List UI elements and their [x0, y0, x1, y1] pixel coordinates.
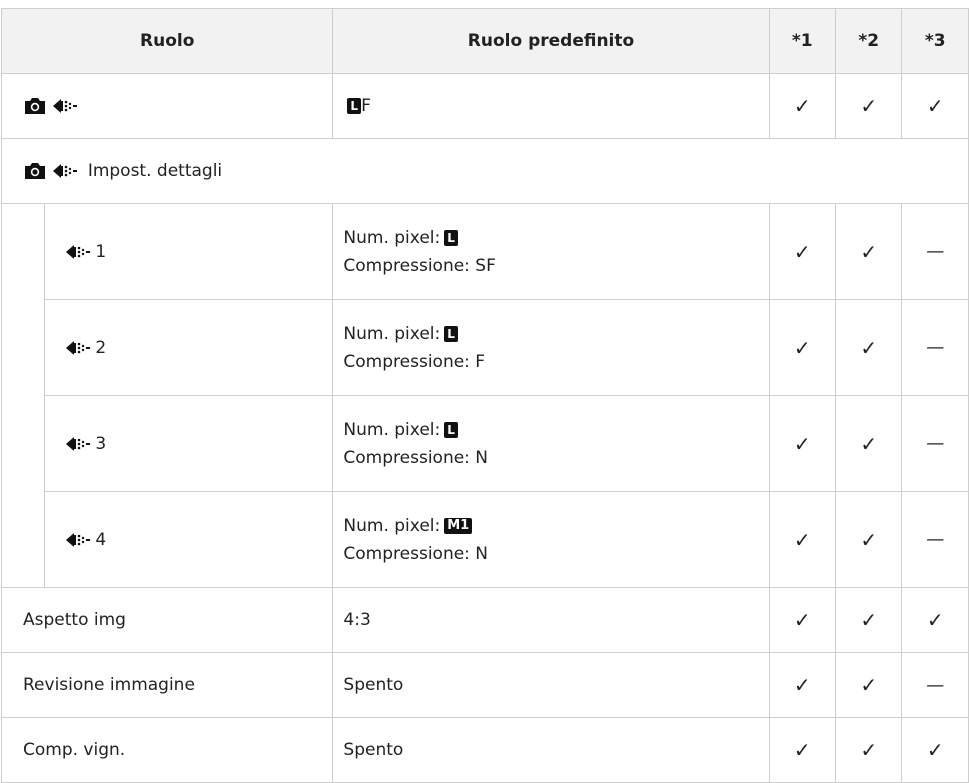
- size-badge: L: [444, 325, 458, 342]
- col-role: Ruolo: [0, 8, 334, 74]
- col-3: *3: [901, 8, 969, 74]
- mark-2: ✓: [835, 299, 903, 396]
- image-quality-icon: [53, 164, 78, 178]
- mark-3: —: [901, 491, 969, 588]
- default-cell: 4:3: [332, 587, 770, 653]
- size-badge: L: [347, 98, 362, 114]
- sub-default-cell: Num. pixel: L Compressione: N: [332, 395, 770, 492]
- table-row: Aspetto img 4:3 ✓ ✓ ✓: [0, 587, 969, 653]
- quality-value: F: [361, 96, 371, 116]
- mark-1: ✓: [768, 491, 837, 588]
- sub-role-cell: 2: [44, 299, 334, 396]
- mark-2: ✓: [835, 395, 903, 492]
- default-cell: Spento: [332, 652, 770, 718]
- default-cell: LF: [332, 73, 770, 139]
- col-2: *2: [835, 8, 903, 74]
- image-quality-icon: [66, 436, 91, 451]
- table-row-sub: 3 Num. pixel: L Compressione: N ✓ ✓ —: [2, 395, 969, 492]
- size-badge: L: [444, 229, 458, 246]
- mark-3: —: [901, 299, 969, 396]
- mark-2: ✓: [835, 652, 903, 718]
- table-row-sub: 1 Num. pixel: L Compressione: SF ✓ ✓ —: [0, 203, 969, 588]
- mark-2: ✓: [835, 73, 903, 139]
- image-quality-icon: [53, 99, 78, 113]
- sub-role-cell: 3: [44, 395, 334, 492]
- table-row-sub: 2 Num. pixel: L Compressione: F ✓ ✓ —: [2, 299, 969, 396]
- image-quality-icon: [66, 532, 91, 547]
- image-quality-icon: [66, 340, 91, 355]
- mark-1: ✓: [768, 395, 837, 492]
- mark-3: —: [901, 652, 969, 718]
- mark-1: ✓: [768, 717, 837, 783]
- default-cell: Spento: [332, 717, 770, 783]
- role-cell: [0, 73, 334, 139]
- mark-3: ✓: [901, 717, 969, 783]
- mark-2: ✓: [835, 587, 903, 653]
- sub-default-cell: Num. pixel: L Compressione: SF: [332, 203, 770, 300]
- mark-1: ✓: [768, 203, 837, 300]
- mark-2: ✓: [835, 717, 903, 783]
- settings-table: Ruolo Ruolo predefinito *1 *2 *3 LF ✓ ✓ …: [0, 8, 969, 783]
- mark-3: ✓: [901, 73, 969, 139]
- table-row: Comp. vign. Spento ✓ ✓ ✓: [0, 717, 969, 783]
- camera-icon: [25, 163, 45, 179]
- section-cell: Impost. dettagli: [1, 138, 969, 204]
- col-1: *1: [768, 8, 837, 74]
- table-row-quality: LF ✓ ✓ ✓: [0, 73, 969, 139]
- sub-default-cell: Num. pixel: L Compressione: F: [332, 299, 770, 396]
- mark-2: ✓: [835, 203, 903, 300]
- camera-icon: [25, 98, 45, 114]
- image-quality-icon: [66, 244, 91, 259]
- mark-1: ✓: [768, 652, 837, 718]
- mark-1: ✓: [768, 73, 837, 139]
- sub-default-cell: Num. pixel: M1 Compressione: N: [332, 491, 770, 588]
- mark-2: ✓: [835, 491, 903, 588]
- size-badge: M1: [444, 517, 473, 534]
- section-label: Impost. dettagli: [87, 161, 223, 181]
- header-row: Ruolo Ruolo predefinito *1 *2 *3: [0, 8, 969, 74]
- role-cell: Comp. vign.: [0, 717, 334, 783]
- table-row-section: Impost. dettagli: [1, 138, 969, 204]
- role-cell: Aspetto img: [0, 587, 334, 653]
- table-row-sub: 4 Num. pixel: M1 Compressione: N ✓ ✓ —: [2, 491, 969, 588]
- sub-role-cell: 1: [44, 203, 334, 300]
- indent-gutter: [0, 203, 46, 588]
- mark-1: ✓: [768, 299, 837, 396]
- size-badge: L: [444, 421, 458, 438]
- mark-3: —: [901, 395, 969, 492]
- mark-3: —: [901, 203, 969, 300]
- sub-role-cell: 4: [44, 491, 334, 588]
- table-row: Revisione immagine Spento ✓ ✓ —: [0, 652, 969, 718]
- role-cell: Revisione immagine: [0, 652, 334, 718]
- mark-1: ✓: [768, 587, 837, 653]
- col-default-role: Ruolo predefinito: [332, 8, 770, 74]
- mark-3: ✓: [901, 587, 969, 653]
